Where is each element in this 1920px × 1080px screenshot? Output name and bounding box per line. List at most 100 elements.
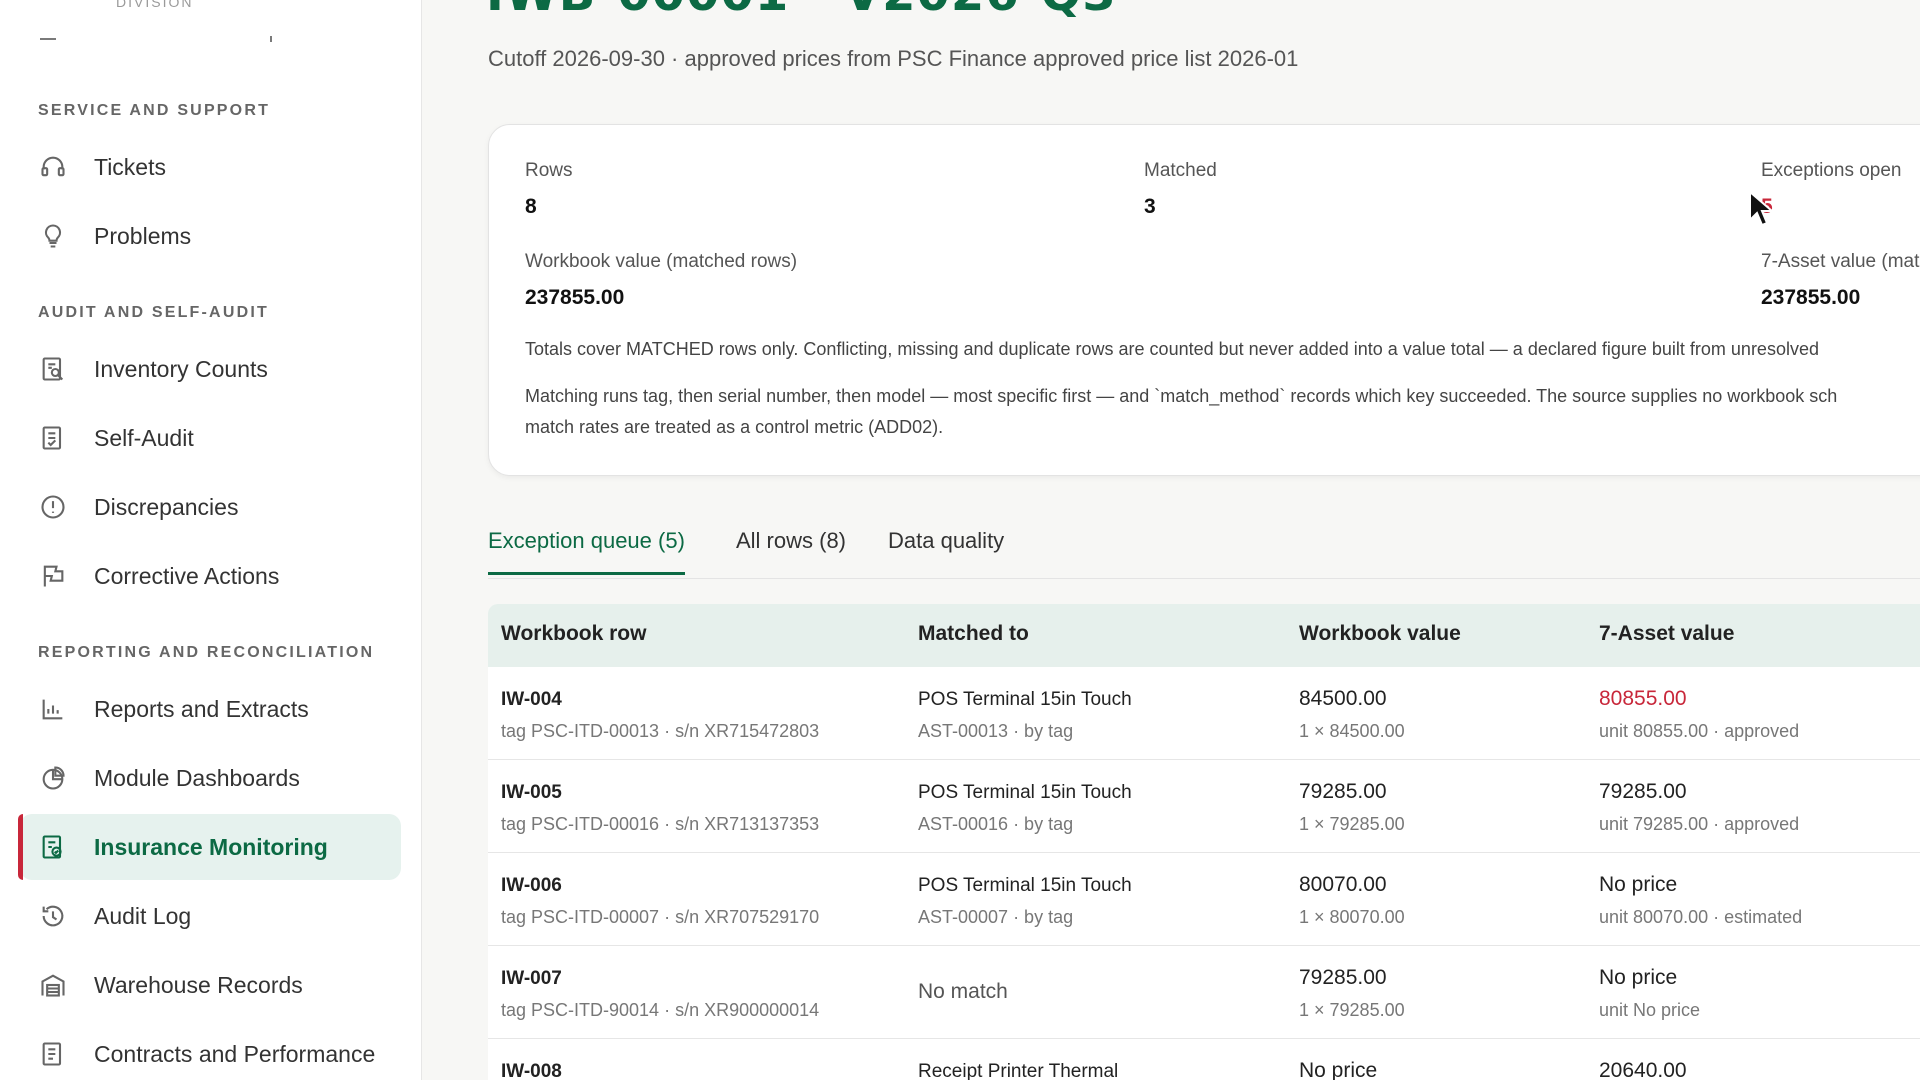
rows-label: Rows: [525, 160, 573, 181]
matched-to: POS Terminal 15in Touch: [918, 689, 1132, 710]
exceptions-label: Exceptions open: [1761, 160, 1902, 181]
sidebar-item-label: Contracts and Performance: [94, 1040, 376, 1067]
sidebar-item-corrective-actions[interactable]: Corrective Actions: [20, 543, 401, 609]
asset-value-detail: unit 80070.00 · estimated: [1599, 907, 1803, 927]
checklist-icon: [38, 423, 68, 453]
workbook-value-cell: No price: [1299, 1059, 1378, 1080]
summary-card: Rows 8 Matched 3 Exceptions open 5 Workb…: [488, 124, 1920, 476]
asset-value-detail: unit 80855.00 · approved: [1599, 721, 1800, 741]
workbook-value-cell: 79285.00: [1299, 966, 1387, 989]
sidebar-item-label: Tickets: [94, 153, 166, 180]
sidebar-item-tickets[interactable]: Tickets: [20, 134, 401, 200]
workbook-value-cell: 80070.00: [1299, 873, 1387, 896]
division-label: DIVISION: [116, 0, 194, 10]
table-header: Workbook row Matched to Workbook value 7…: [488, 604, 1920, 667]
sidebar-item-label: Problems: [94, 222, 192, 249]
flag-icon: [38, 561, 68, 591]
asset-value-label: 7-Asset value (matched rows): [1761, 251, 1920, 272]
col-asset-value[interactable]: 7-Asset value: [1599, 622, 1734, 646]
mouse-cursor-icon: [1749, 190, 1775, 227]
matched-to: POS Terminal 15in Touch: [918, 875, 1132, 896]
asset-value-cell: 20640.00: [1599, 1059, 1687, 1080]
exception-table: Workbook row Matched to Workbook value 7…: [488, 604, 1920, 1080]
totals-note: Totals cover MATCHED rows only. Conflict…: [525, 339, 1819, 359]
sidebar-item-label: Inventory Counts: [94, 355, 268, 382]
history-icon: [38, 901, 68, 931]
sidebar-item-label: Reports and Extracts: [94, 695, 309, 722]
matching-note-line2: match rates are treated as a control met…: [525, 417, 944, 437]
sidebar-item-inventory-counts[interactable]: Inventory Counts: [20, 336, 401, 402]
table-row[interactable]: IW-004 tag PSC-ITD-00013 · s/n XR71547280…: [488, 667, 1920, 760]
table-row[interactable]: IW-006 tag PSC-ITD-00007 · s/n XR70752917…: [488, 853, 1920, 946]
main-content: IWB-00001 · V2026-Q3 Cutoff 2026-09-30 ·…: [422, 0, 1920, 1080]
warehouse-icon: [38, 970, 68, 1000]
col-workbook-row[interactable]: Workbook row: [501, 622, 646, 646]
sidebar-item-label: Self-Audit: [94, 424, 194, 451]
asset-value-detail: unit No price: [1599, 1000, 1701, 1020]
sidebar-item-insurance-monitoring[interactable]: Insurance Monitoring: [18, 814, 401, 880]
col-workbook-value[interactable]: Workbook value: [1299, 622, 1461, 646]
matched-value: 3: [1144, 195, 1156, 218]
clipboard-search-icon: [38, 354, 68, 384]
sidebar-item-reports-extracts[interactable]: Reports and Extracts: [20, 676, 401, 742]
matched-to-detail: AST-00007 · by tag: [918, 907, 1074, 927]
sidebar-item-warehouse-records[interactable]: Warehouse Records: [20, 952, 401, 1018]
matched-to-detail: AST-00016 · by tag: [918, 814, 1074, 834]
workbook-value-detail: 1 × 79285.00: [1299, 814, 1405, 834]
workbook-row-detail: tag PSC-ITD-00013 · s/n XR715472803: [501, 721, 820, 741]
asset-value-cell: 80855.00: [1599, 687, 1687, 710]
asset-value-cell: No price: [1599, 873, 1678, 896]
tab-all-rows[interactable]: All rows (8): [736, 528, 846, 572]
section-audit: AUDIT AND SELF-AUDIT: [38, 304, 269, 321]
matching-note-line1: Matching runs tag, then serial number, t…: [525, 386, 1838, 406]
workbook-row-id: IW-007: [501, 968, 562, 989]
workbook-value-label: Workbook value (matched rows): [525, 251, 798, 272]
sidebar-item-audit-log[interactable]: Audit Log: [20, 883, 401, 949]
sidebar-item-label: Module Dashboards: [94, 764, 300, 791]
matched-to: Receipt Printer Thermal: [918, 1061, 1119, 1080]
workbook-row-id: IW-004: [501, 689, 562, 710]
sidebar: DIVISION SERVICE AND SUPPORT Tickets Pro…: [0, 0, 422, 1080]
table-row[interactable]: IW-007 tag PSC-ITD-90014 · s/n XR90000001…: [488, 946, 1920, 1039]
workbook-value-detail: 1 × 84500.00: [1299, 721, 1405, 741]
table-row[interactable]: IW-008 Receipt Printer Thermal No price 206…: [488, 1039, 1920, 1080]
workbook-row-detail: tag PSC-ITD-00016 · s/n XR713137353: [501, 814, 820, 834]
lightbulb-icon: [38, 221, 68, 251]
tab-bar: Exception queue (5) All rows (8) Data qu…: [488, 520, 1920, 579]
workbook-row-id: IW-006: [501, 875, 562, 896]
tab-exception-queue[interactable]: Exception queue (5): [488, 528, 685, 575]
matched-to: No match: [918, 980, 1008, 1003]
workbook-row-detail: tag PSC-ITD-00007 · s/n XR707529170: [501, 907, 820, 927]
matched-to: POS Terminal 15in Touch: [918, 782, 1132, 803]
workbook-value-detail: 1 × 79285.00: [1299, 1000, 1405, 1020]
sidebar-item-label: Audit Log: [94, 902, 192, 929]
sidebar-item-module-dashboards[interactable]: Module Dashboards: [20, 745, 401, 811]
tab-data-quality[interactable]: Data quality: [888, 528, 1004, 572]
pie-chart-icon: [38, 763, 68, 793]
workbook-value-detail: 1 × 80070.00: [1299, 907, 1405, 927]
matched-to-detail: AST-00013 · by tag: [918, 721, 1074, 741]
headset-icon: [38, 152, 68, 182]
sidebar-item-label: Insurance Monitoring: [94, 833, 328, 860]
sidebar-item-discrepancies[interactable]: Discrepancies: [20, 474, 401, 540]
asset-value-cell: No price: [1599, 966, 1678, 989]
workbook-row-id: IW-005: [501, 782, 562, 803]
sidebar-item-contracts-performance[interactable]: Contracts and Performance: [20, 1021, 401, 1080]
document-check-icon: [38, 832, 68, 862]
page-title: IWB-00001 · V2026-Q3: [486, 0, 1117, 22]
workbook-row-detail: tag PSC-ITD-90014 · s/n XR900000014: [501, 1000, 820, 1020]
asset-value-detail: unit 79285.00 · approved: [1599, 814, 1800, 834]
rows-value: 8: [525, 195, 537, 218]
alert-circle-icon: [38, 492, 68, 522]
sidebar-item-label: Warehouse Records: [94, 971, 303, 998]
sidebar-item-problems[interactable]: Problems: [20, 203, 401, 269]
asset-value: 237855.00: [1761, 286, 1861, 309]
clipped-nav-item[interactable]: [38, 36, 278, 50]
table-row[interactable]: IW-005 tag PSC-ITD-00016 · s/n XR71313735…: [488, 760, 1920, 853]
section-reporting: REPORTING AND RECONCILIATION: [38, 644, 375, 661]
workbook-value: 237855.00: [525, 286, 625, 309]
asset-value-cell: 79285.00: [1599, 780, 1687, 803]
col-matched-to[interactable]: Matched to: [918, 622, 1029, 646]
sidebar-item-self-audit[interactable]: Self-Audit: [20, 405, 401, 471]
workbook-row-id: IW-008: [501, 1061, 562, 1080]
